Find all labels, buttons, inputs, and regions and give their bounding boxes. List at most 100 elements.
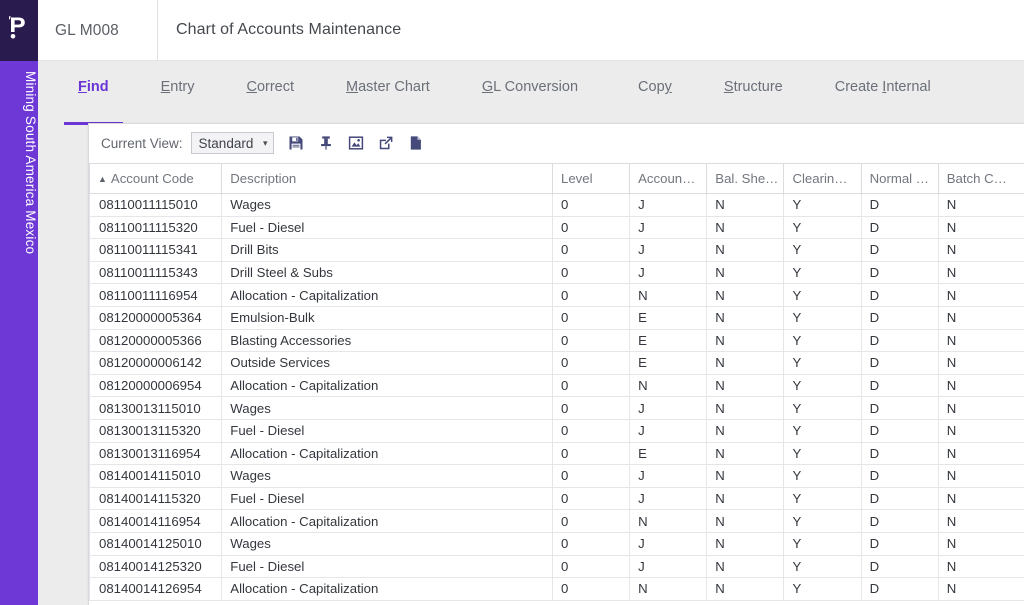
tab-label: Structure <box>723 79 783 95</box>
column-header-level[interactable]: Level <box>551 163 631 194</box>
cell-clearin: Y <box>783 328 862 353</box>
cell-description: Fuel - Diesel <box>221 215 553 240</box>
cell-batch-c: N <box>937 238 1024 262</box>
cell-level: 0 <box>551 260 631 285</box>
cell-clearin: Y <box>783 396 862 420</box>
cell-bal-she: N <box>706 215 785 240</box>
cell-clearin: Y <box>783 283 862 307</box>
cell-accoun: J <box>629 531 708 556</box>
cell-batch-c: N <box>937 441 1024 466</box>
column-header-account-code[interactable]: ▲ Account Code <box>89 163 223 194</box>
table-row[interactable]: 08140014125010 Wages 0 J N Y D N <box>89 531 1024 556</box>
column-header-label: Level <box>560 171 593 186</box>
table-row[interactable]: 08120000006142 Outside Services 0 E N Y D N <box>89 351 1024 375</box>
app-logo[interactable] <box>0 0 38 61</box>
cell-accoun: J <box>629 486 708 511</box>
cell-account-code: 08120000005366 <box>89 328 223 353</box>
save-icon[interactable] <box>288 135 304 151</box>
tab-find[interactable]: Find <box>64 61 123 125</box>
cell-bal-she: N <box>706 441 785 466</box>
table-row[interactable]: 08110011115320 Fuel - Diesel 0 J N Y D N <box>89 215 1024 240</box>
company-context-rail[interactable]: Mining South America Mexico <box>0 61 38 605</box>
cell-clearin: Y <box>783 486 862 511</box>
cell-batch-c: N <box>937 464 1024 488</box>
tab-copy[interactable]: Copy <box>636 61 674 125</box>
cell-description: Blasting Accessories <box>221 328 553 353</box>
cell-account-code: 08140014115320 <box>89 486 223 511</box>
cell-batch-c: N <box>937 305 1024 330</box>
cell-bal-she: N <box>706 351 785 375</box>
table-row[interactable]: 08110011115341 Drill Bits 0 J N Y D N <box>89 238 1024 262</box>
column-header-description[interactable]: Description <box>221 163 553 194</box>
pin-icon[interactable] <box>318 135 334 151</box>
cell-account-code: 08140014126954 <box>89 577 223 601</box>
cell-batch-c: N <box>937 260 1024 285</box>
tab-entry[interactable]: Entry <box>159 61 197 125</box>
table-row[interactable]: 08110011116954 Allocation - Capitalizatio… <box>89 283 1024 307</box>
cell-description: Fuel - Diesel <box>221 486 553 511</box>
table-row[interactable]: 08130013116954 Allocation - Capitalizatio… <box>89 441 1024 466</box>
tab-bar: Find Entry Correct Master Chart GL Conversio… <box>38 61 1024 125</box>
tab-label: Find <box>78 79 109 95</box>
cell-accoun: N <box>629 577 708 601</box>
table-row[interactable]: 08140014126954 Allocation - Capitalizatio… <box>89 577 1024 601</box>
pronto-p-logo-icon <box>8 15 30 46</box>
tab-gl-conversion[interactable]: GL Conversion <box>480 61 580 125</box>
cell-batch-c: N <box>937 577 1024 601</box>
application-window: GL M008 Chart of Accounts Maintenance Mi… <box>0 0 1024 605</box>
column-header-accoun[interactable]: Accoun… <box>629 163 708 194</box>
cell-account-code: 08120000005364 <box>89 305 223 330</box>
cell-clearin: Y <box>783 554 862 579</box>
cell-batch-c: N <box>937 373 1024 398</box>
cell-normal: D <box>860 305 939 330</box>
cell-normal: D <box>860 464 939 488</box>
document-icon[interactable] <box>408 135 424 151</box>
cell-level: 0 <box>551 531 631 556</box>
cell-account-code: 08140014116954 <box>89 509 223 533</box>
image-export-icon[interactable] <box>348 135 364 151</box>
cell-accoun: J <box>629 215 708 240</box>
table-row[interactable]: 08110011115343 Drill Steel & Subs 0 J N Y D N <box>89 260 1024 285</box>
table-row[interactable]: 08130013115010 Wages 0 J N Y D N <box>89 396 1024 420</box>
tab-create-internal[interactable]: Create Internal <box>833 61 933 125</box>
cell-bal-she: N <box>706 193 785 217</box>
cell-account-code: 08130013115320 <box>89 418 223 443</box>
tab-master-chart[interactable]: Master Chart <box>344 61 432 125</box>
table-row[interactable]: 08140014115010 Wages 0 J N Y D N <box>89 464 1024 488</box>
table-row[interactable]: 08120000005366 Blasting Accessories 0 E N Y D N <box>89 328 1024 353</box>
top-bar: GL M008 Chart of Accounts Maintenance <box>0 0 1024 61</box>
external-link-icon[interactable] <box>378 135 394 151</box>
cell-level: 0 <box>551 486 631 511</box>
cell-bal-she: N <box>706 305 785 330</box>
column-header-batch-c[interactable]: Batch C… <box>937 163 1024 194</box>
cell-clearin: Y <box>783 418 862 443</box>
table-row[interactable]: 08130013115320 Fuel - Diesel 0 J N Y D N <box>89 418 1024 443</box>
tab-label: Create Internal <box>834 79 931 95</box>
table-row[interactable]: 08110011115010 Wages 0 J N Y D N <box>89 193 1024 217</box>
cell-level: 0 <box>551 373 631 398</box>
table-row[interactable]: 08120000006954 Allocation - Capitalizatio… <box>89 373 1024 398</box>
table-row[interactable]: 08120000005364 Emulsion-Bulk 0 E N Y D N <box>89 305 1024 330</box>
cell-clearin: Y <box>783 351 862 375</box>
cell-normal: D <box>860 193 939 217</box>
cell-accoun: E <box>629 305 708 330</box>
table-row[interactable]: 08140014125320 Fuel - Diesel 0 J N Y D N <box>89 554 1024 579</box>
tab-correct[interactable]: Correct <box>244 61 296 125</box>
current-view-select[interactable]: Standard ▾ <box>190 132 274 154</box>
cell-account-code: 08110011115343 <box>89 260 223 285</box>
column-header-bal-she[interactable]: Bal. She… <box>706 163 785 194</box>
cell-clearin: Y <box>783 238 862 262</box>
cell-batch-c: N <box>937 486 1024 511</box>
cell-level: 0 <box>551 328 631 353</box>
cell-accoun: E <box>629 351 708 375</box>
tab-structure[interactable]: Structure <box>722 61 785 125</box>
table-row[interactable]: 08140014115320 Fuel - Diesel 0 J N Y D N <box>89 486 1024 511</box>
column-header-normal[interactable]: Normal … <box>860 163 939 194</box>
column-header-clearin[interactable]: Clearin… <box>783 163 862 194</box>
cell-description: Allocation - Capitalization <box>221 509 553 533</box>
cell-level: 0 <box>551 238 631 262</box>
cell-description: Wages <box>221 464 553 488</box>
table-row[interactable]: 08140014116954 Allocation - Capitalizatio… <box>89 509 1024 533</box>
cell-accoun: J <box>629 464 708 488</box>
table-header-row: ▲ Account Code Description Level Accoun… Bal.… <box>89 163 1024 194</box>
